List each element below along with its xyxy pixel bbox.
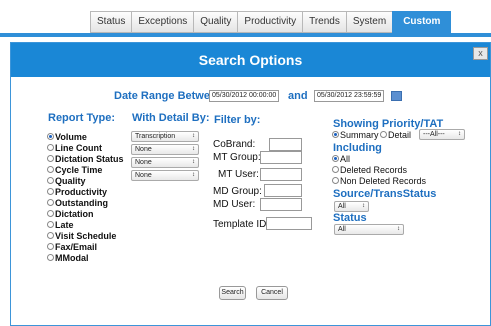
radio-icon [332,166,339,174]
detail-select-4[interactable]: None ↕ [131,170,199,181]
report-type-productivity[interactable]: Productivity [47,187,124,198]
tab-quality[interactable]: Quality [193,11,238,33]
report-type-heading: Report Type: [48,112,116,124]
md-user-label: MD User: [213,199,256,210]
tab-custom[interactable]: Custom [392,11,452,33]
source-heading: Source/TransStatus [333,188,437,200]
detail-heading: With Detail By: [132,112,210,124]
radio-icon [332,177,339,185]
radio-icon [380,131,387,139]
radio-icon [47,254,54,262]
select-arrow-icon: ↕ [192,172,195,178]
mt-group-label: MT Group: [213,152,261,163]
radio-icon [47,188,54,196]
mt-user-input[interactable] [260,168,302,181]
including-heading: Including [333,142,382,154]
date-and-label: and [288,90,308,102]
radio-icon [47,144,54,152]
search-button[interactable]: Search [219,286,246,300]
dialog-title: Search Options [198,52,303,68]
radio-icon [47,166,54,174]
including-all-radio[interactable]: All [332,154,350,164]
radio-icon [47,221,54,229]
detail-select-2[interactable]: None ↕ [131,144,199,155]
select-arrow-icon: ↕ [192,159,195,165]
md-group-label: MD Group: [213,186,262,197]
radio-icon [47,243,54,251]
select-arrow-icon: ↕ [362,203,365,209]
priority-summary-radio[interactable]: Summary [332,130,379,140]
status-heading: Status [333,212,367,224]
report-type-fax-email[interactable]: Fax/Email [47,242,124,253]
tab-trends[interactable]: Trends [302,11,346,33]
md-group-input[interactable] [264,184,302,197]
radio-icon [47,177,54,185]
report-type-late[interactable]: Late [47,220,124,231]
source-select[interactable]: All ↕ [334,201,369,212]
tab-status[interactable]: Status [90,11,132,33]
report-type-line-count[interactable]: Line Count [47,143,124,154]
cobrand-label: CoBrand: [213,139,256,150]
cobrand-input[interactable] [269,138,302,151]
priority-detail-radio[interactable]: Detail [380,130,411,140]
report-type-quality[interactable]: Quality [47,176,124,187]
including-deleted-radio[interactable]: Deleted Records [332,165,407,175]
template-id-input[interactable] [266,217,312,230]
date-range-label: Date Range Between [114,90,223,102]
select-arrow-icon: ↕ [397,226,400,232]
including-non-deleted-radio[interactable]: Non Deleted Records [332,176,426,186]
status-select[interactable]: All ↕ [334,224,404,235]
report-type-volume[interactable]: Volume [47,132,124,143]
report-type-outstanding[interactable]: Outstanding [47,198,124,209]
cancel-button[interactable]: Cancel [256,286,288,300]
tab-productivity[interactable]: Productivity [237,11,303,33]
radio-icon [47,199,54,207]
tab-exceptions[interactable]: Exceptions [131,11,194,33]
radio-icon [47,232,54,240]
report-type-dictation-status[interactable]: Dictation Status [47,154,124,165]
tab-system[interactable]: System [345,11,393,33]
report-type-cycle-time[interactable]: Cycle Time [47,165,124,176]
md-user-input[interactable] [260,198,302,211]
report-type-list: Volume Line Count Dictation Status Cycle… [47,132,124,264]
radio-icon [47,155,54,163]
tab-underline [0,33,491,37]
start-date-input[interactable]: 05/30/2012 00:00:00 [209,90,280,102]
filter-heading: Filter by: [214,114,261,126]
mt-user-label: MT User: [218,169,259,180]
select-arrow-icon: ↕ [192,133,195,139]
template-id-label: Template ID: [213,219,270,230]
select-arrow-icon: ↕ [192,146,195,152]
radio-icon [332,131,339,139]
close-icon[interactable]: x [473,47,488,60]
end-date-input[interactable]: 05/30/2012 23:59:59 [314,90,385,102]
radio-icon [47,210,54,218]
detail-select-1[interactable]: Transcription ↕ [131,131,199,142]
detail-select-3[interactable]: None ↕ [131,157,199,168]
calendar-icon[interactable] [391,91,402,101]
tab-bar: Status Exceptions Quality Productivity T… [90,11,452,33]
mt-group-input[interactable] [260,151,302,164]
priority-detail-select[interactable]: ---All--- ↕ [419,129,465,140]
report-type-dictation[interactable]: Dictation [47,209,124,220]
select-arrow-icon: ↕ [458,131,461,137]
search-options-dialog: Search Options x Date Range Between 05/3… [10,42,491,326]
radio-icon [332,155,339,163]
radio-icon [47,133,54,141]
dialog-header: Search Options x [11,43,490,77]
report-type-mmodal[interactable]: MModal [47,253,124,264]
report-type-visit-schedule[interactable]: Visit Schedule [47,231,124,242]
